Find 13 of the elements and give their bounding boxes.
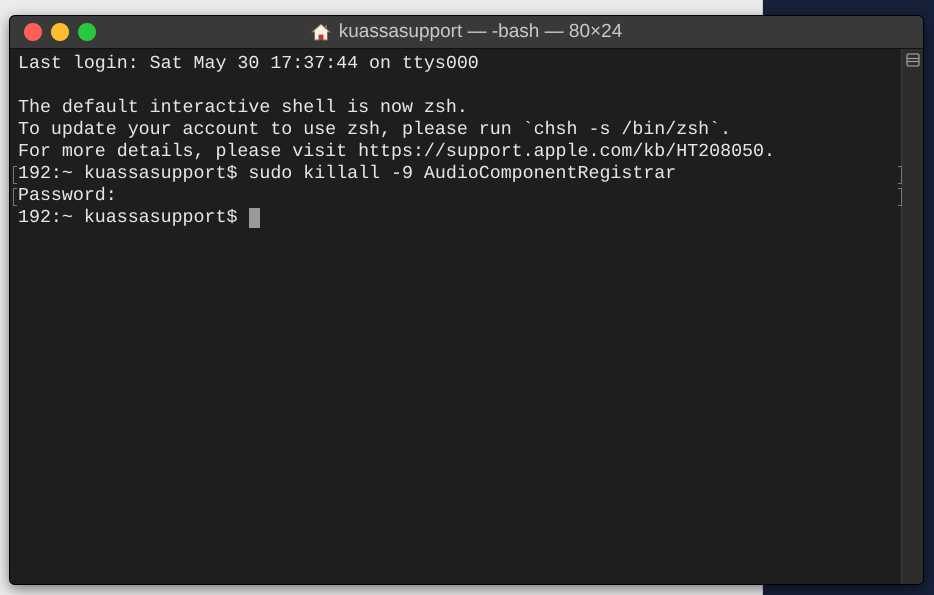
terminal-line: 192:~ kuassasupport$ [18, 207, 238, 229]
terminal-line: Last login: Sat May 30 17:37:44 on ttys000 [18, 53, 479, 75]
terminal-line: The default interactive shell is now zsh. [18, 97, 468, 119]
minimize-button[interactable] [51, 23, 69, 41]
terminal-line: Password: [18, 185, 117, 207]
terminal-line: For more details, please visit https://support.apple.com/kb/HT208050. [18, 141, 775, 163]
terminal-line: 192:~ kuassasupport$ sudo killall -9 AudioComponentRegistrar [18, 163, 676, 185]
close-button[interactable] [24, 23, 42, 41]
zoom-button[interactable] [78, 23, 96, 41]
terminal-line: To update your account to use zsh, please run `chsh -s /bin/zsh`. [18, 119, 732, 141]
window-title: kuassasupport — -bash — 80×24 [338, 21, 622, 43]
split-pane-icon[interactable] [906, 53, 920, 67]
home-icon [310, 23, 331, 41]
